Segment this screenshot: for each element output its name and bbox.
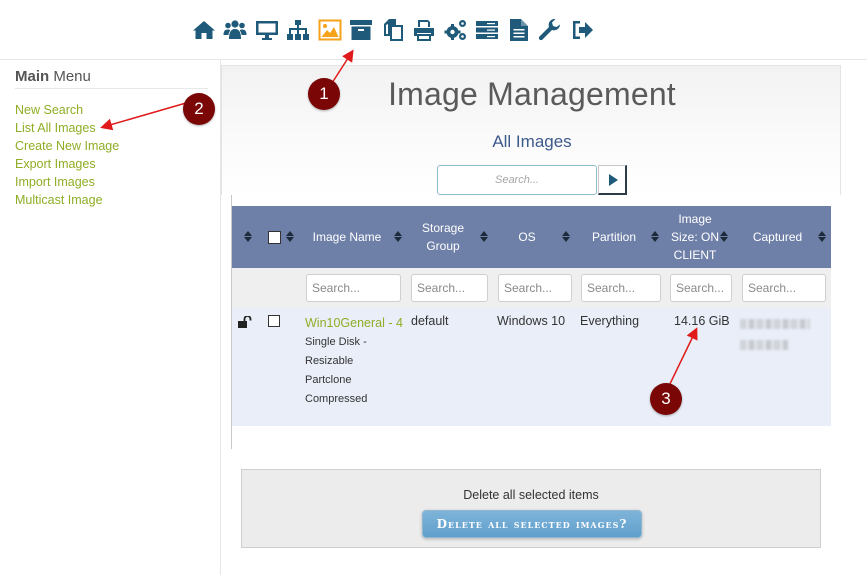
archive-icon[interactable] — [346, 14, 378, 46]
delete-selected-images-button[interactable]: Delete all selected images? — [422, 510, 642, 538]
annotation-badge-1: 1 — [308, 78, 340, 110]
sidebar: Main Menu New Search List All Images Cre… — [0, 60, 221, 575]
sidebar-title: Main Menu — [15, 68, 91, 85]
filter-image-name[interactable] — [306, 274, 401, 302]
sort-icon[interactable] — [244, 231, 252, 243]
table-header: Image Name Storage Group OS Partition Im… — [232, 206, 831, 268]
sidebar-item-import-images[interactable]: Import Images — [15, 173, 119, 191]
play-icon — [608, 173, 618, 186]
sort-icon[interactable] — [394, 231, 402, 243]
sort-icon[interactable] — [818, 231, 826, 243]
monitor-icon[interactable] — [251, 14, 283, 46]
redacted-date — [740, 319, 810, 329]
logout-icon[interactable] — [566, 14, 598, 46]
cogs-icon[interactable] — [440, 14, 472, 46]
sidebar-title-rest: Menu — [53, 68, 91, 85]
sort-icon[interactable] — [480, 231, 488, 243]
image-description-line: Resizable — [305, 355, 354, 367]
users-icon[interactable] — [220, 14, 252, 46]
redacted-time — [740, 340, 788, 350]
delete-panel: Delete all selected items Delete all sel… — [241, 469, 821, 548]
image-description-line: Partclone — [305, 374, 352, 386]
sort-icon[interactable] — [651, 231, 659, 243]
sitemap-icon[interactable] — [283, 14, 315, 46]
sidebar-divider — [15, 88, 208, 89]
column-header-captured[interactable]: Captured — [740, 206, 815, 268]
filter-os[interactable] — [498, 274, 572, 302]
sidebar-item-new-search[interactable]: New Search — [15, 101, 119, 119]
image-name-link[interactable]: Win10General - 4 — [305, 314, 405, 333]
row-checkbox[interactable] — [268, 315, 280, 327]
image-name-cell: Win10General - 4 Single Disk - Resizable… — [305, 314, 405, 409]
sidebar-title-bold: Main — [15, 68, 50, 85]
printer-icon[interactable] — [409, 14, 441, 46]
annotation-badge-2: 2 — [183, 93, 215, 125]
sort-icon[interactable] — [286, 231, 294, 243]
copy-icon[interactable] — [377, 14, 409, 46]
select-all-checkbox[interactable] — [268, 231, 281, 244]
top-navigation — [0, 0, 867, 60]
sidebar-item-list-all-images[interactable]: List All Images — [15, 119, 119, 137]
captured-cell-redacted — [740, 318, 810, 353]
image-icon[interactable] — [314, 14, 346, 46]
images-table: Image Name Storage Group OS Partition Im… — [232, 206, 831, 426]
filter-partition[interactable] — [581, 274, 661, 302]
sort-icon[interactable] — [562, 231, 570, 243]
wrench-icon[interactable] — [535, 14, 567, 46]
image-description-line: Single Disk - — [305, 336, 367, 348]
column-header-image-size[interactable]: Image Size: ON CLIENT — [666, 206, 724, 268]
table-row: Win10General - 4 Single Disk - Resizable… — [232, 308, 831, 426]
partition-cell: Everything — [580, 314, 640, 328]
sidebar-item-multicast-image[interactable]: Multicast Image — [15, 191, 119, 209]
column-header-storage-group[interactable]: Storage Group — [410, 206, 476, 268]
home-icon[interactable] — [188, 14, 220, 46]
file-icon[interactable] — [503, 14, 535, 46]
annotation-badge-3: 3 — [650, 383, 682, 415]
server-icon[interactable] — [472, 14, 504, 46]
filter-storage-group[interactable] — [411, 274, 488, 302]
delete-panel-text: Delete all selected items — [463, 488, 599, 502]
sort-icon[interactable] — [720, 231, 728, 243]
filter-image-size[interactable] — [670, 274, 732, 302]
unlocked-icon[interactable] — [238, 316, 252, 328]
image-size-cell: 14.16 GiB — [674, 314, 730, 328]
section-title: All Images — [492, 132, 572, 151]
sidebar-item-export-images[interactable]: Export Images — [15, 155, 119, 173]
sidebar-item-create-new-image[interactable]: Create New Image — [15, 137, 119, 155]
filter-row — [232, 268, 831, 308]
column-header-partition[interactable]: Partition — [580, 206, 648, 268]
sidebar-menu: New Search List All Images Create New Im… — [15, 101, 119, 209]
filter-captured[interactable] — [742, 274, 826, 302]
image-description-line: Compressed — [305, 393, 368, 405]
os-cell: Windows 10 — [497, 314, 566, 328]
column-header-os[interactable]: OS — [497, 206, 557, 268]
storage-group-cell: default — [411, 314, 449, 328]
search-submit-button[interactable] — [598, 165, 627, 195]
search-input[interactable] — [437, 165, 597, 195]
column-header-image-name[interactable]: Image Name — [304, 206, 390, 268]
